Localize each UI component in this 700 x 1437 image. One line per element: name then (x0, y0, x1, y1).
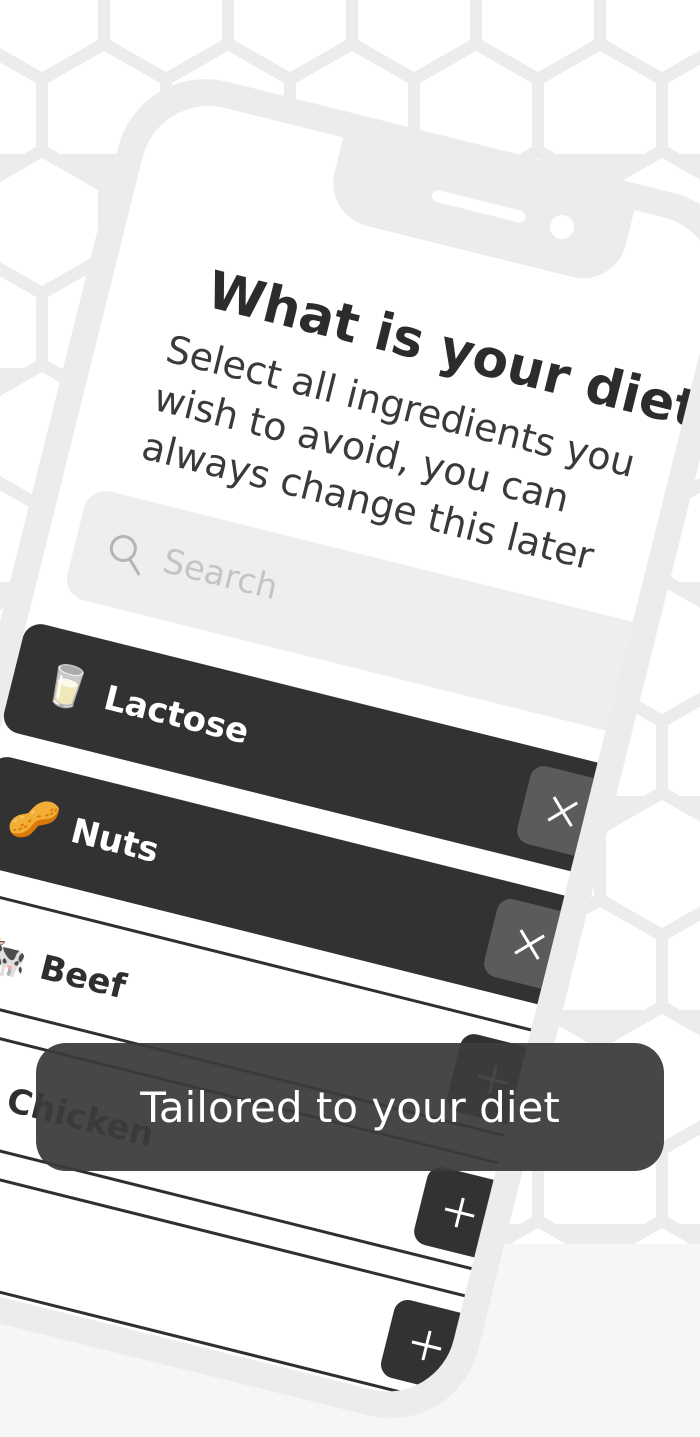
cow-icon: 🐄 (0, 928, 33, 985)
milk-icon: 🥛 (37, 658, 97, 716)
plus-icon (411, 1330, 442, 1361)
ingredient-label: Beef (35, 947, 130, 1008)
close-icon (547, 796, 579, 827)
ingredient-label: Lactose (99, 678, 253, 753)
speaker-grille (430, 188, 527, 224)
search-icon (109, 534, 141, 576)
remove-lactose-button[interactable] (514, 763, 612, 861)
add-ingredient-button[interactable] (378, 1297, 476, 1394)
ingredient-label: Nuts (66, 810, 163, 872)
camera-icon (547, 212, 577, 242)
peanut-icon: 🥜 (4, 791, 64, 849)
plus-icon (444, 1197, 475, 1228)
search-placeholder: Search (158, 541, 282, 609)
caption-text: Tailored to your diet (140, 1082, 560, 1132)
caption-banner: Tailored to your diet (36, 1043, 664, 1171)
close-icon (514, 929, 545, 960)
remove-nuts-button[interactable] (481, 896, 579, 994)
add-chicken-button[interactable] (411, 1164, 509, 1262)
